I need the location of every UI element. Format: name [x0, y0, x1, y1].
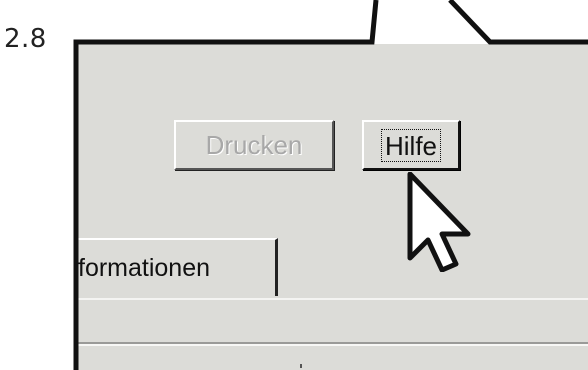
- tutorial-illustration: 2.8 Drucken Hilfe formationen: [0, 0, 588, 370]
- tab-informationen[interactable]: formationen: [78, 238, 278, 296]
- help-button-focus-ring: Hilfe: [380, 128, 441, 162]
- panel-separator-highlight: [78, 344, 588, 346]
- print-button[interactable]: Drucken: [174, 120, 334, 170]
- print-button-label: Drucken: [205, 129, 303, 160]
- step-number-label: 2.8: [4, 24, 47, 54]
- arrow-pointer-icon: [407, 172, 471, 272]
- help-button[interactable]: Hilfe: [362, 120, 460, 170]
- partial-content-mark: [300, 364, 302, 368]
- zoomed-dialog-region: Drucken Hilfe formationen: [78, 44, 588, 370]
- tab-label: formationen: [78, 253, 211, 282]
- tab-panel-top-edge: [78, 298, 588, 300]
- help-button-label: Hilfe: [384, 130, 437, 161]
